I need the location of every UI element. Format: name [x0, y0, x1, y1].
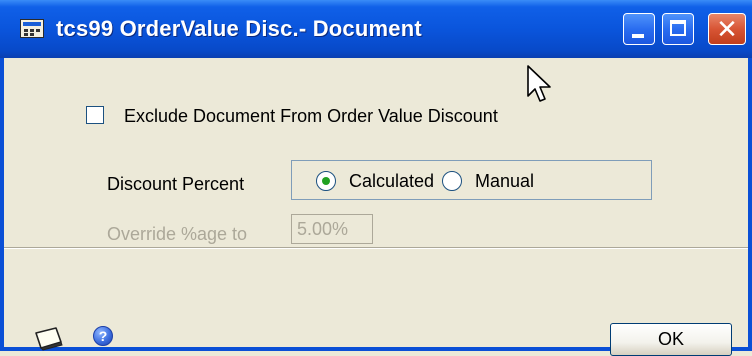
minimize-icon	[632, 34, 644, 38]
override-percentage-field: 5.00%	[291, 214, 373, 244]
ok-button[interactable]: OK	[610, 323, 732, 356]
dialog-body: Exclude Document From Order Value Discou…	[4, 58, 748, 356]
discount-percent-radio-group: Calculated Manual	[291, 160, 652, 200]
calculated-radio-label[interactable]: Calculated	[349, 170, 434, 192]
dialog-window: tcs99 OrderValue Disc.- Document ✕ Exclu…	[0, 0, 752, 356]
mouse-cursor-icon	[527, 65, 551, 102]
override-percentage-label: Override %age to	[107, 224, 248, 244]
title-bar[interactable]: tcs99 OrderValue Disc.- Document ✕	[0, 0, 752, 58]
exclude-document-label[interactable]: Exclude Document From Order Value Discou…	[124, 105, 498, 127]
close-icon: ✕	[716, 14, 738, 44]
maximize-icon	[670, 20, 686, 36]
exclude-document-checkbox[interactable]	[86, 106, 104, 124]
close-button[interactable]: ✕	[708, 13, 746, 45]
radio-selected-dot	[322, 177, 330, 185]
help-icon[interactable]: ?	[93, 326, 113, 346]
document-window-icon[interactable]	[20, 19, 44, 38]
maximize-button[interactable]	[662, 13, 694, 45]
window-title: tcs99 OrderValue Disc.- Document	[56, 16, 422, 41]
manual-radio-label[interactable]: Manual	[475, 170, 534, 192]
manual-radio[interactable]	[442, 171, 462, 191]
calculated-radio[interactable]	[316, 171, 336, 191]
minimize-button[interactable]	[623, 13, 655, 45]
discount-percent-label: Discount Percent	[107, 174, 245, 194]
note-icon[interactable]	[32, 325, 64, 351]
